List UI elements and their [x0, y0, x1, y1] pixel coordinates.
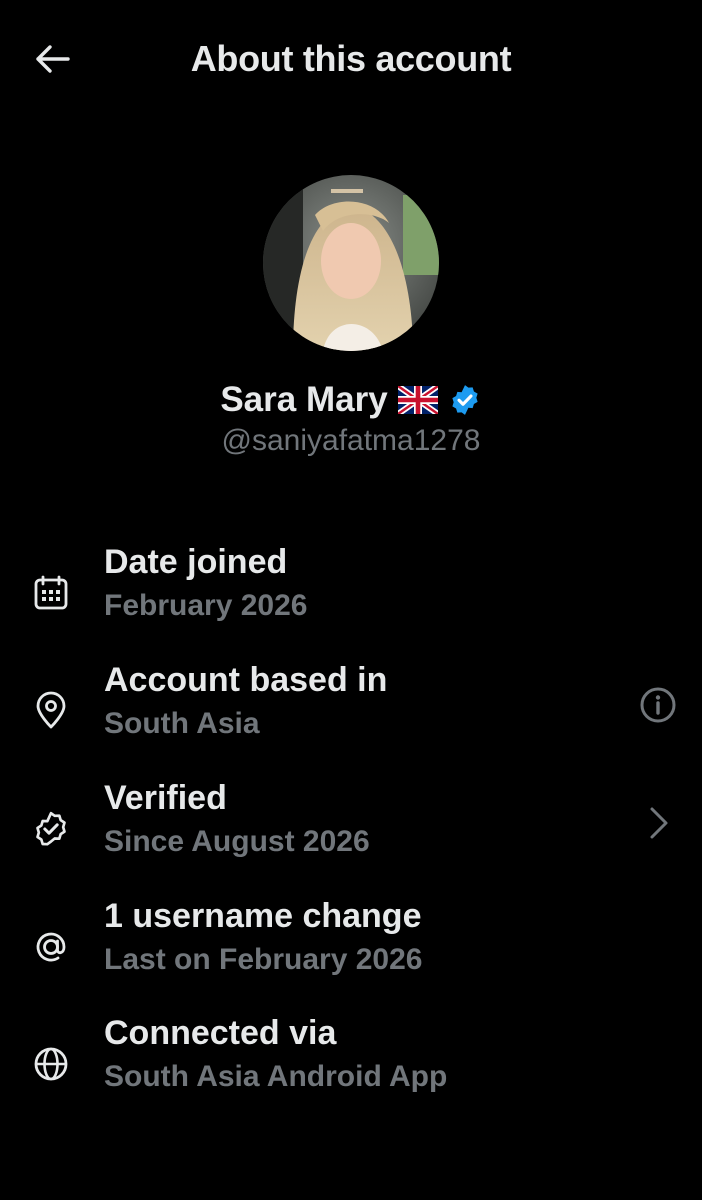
row-account-based-in: Account based in South Asia: [0, 661, 702, 761]
display-name: Sara Mary: [220, 380, 388, 419]
handle: @saniyafatma1278: [221, 424, 481, 457]
row-title: Date joined: [104, 543, 288, 581]
row-title: Account based in: [104, 661, 388, 699]
name-row: Sara Mary: [0, 380, 702, 420]
info-icon[interactable]: [638, 685, 678, 725]
location-pin-icon: [36, 691, 66, 729]
row-verified[interactable]: Verified Since August 2026: [0, 779, 702, 879]
row-title: Connected via: [104, 1014, 337, 1052]
at-sign-icon: [36, 932, 66, 962]
verified-badge-icon: [36, 811, 66, 846]
globe-icon: [34, 1047, 68, 1081]
chevron-right-icon[interactable]: [638, 803, 678, 843]
row-title: Verified: [104, 779, 227, 817]
row-subtitle: South Asia: [104, 707, 260, 740]
row-title: 1 username change: [104, 897, 422, 935]
row-username-change: 1 username change Last on February 2026: [0, 897, 702, 997]
row-connected-via: Connected via South Asia Android App: [0, 1014, 702, 1114]
row-subtitle: South Asia Android App: [104, 1060, 448, 1093]
page-title: About this account: [190, 38, 512, 79]
avatar[interactable]: [263, 175, 439, 351]
top-bar: About this account: [0, 0, 702, 120]
uk-flag-icon: [397, 386, 438, 414]
calendar-icon: [34, 575, 68, 610]
row-subtitle: Last on February 2026: [104, 943, 423, 976]
row-subtitle: February 2026: [104, 589, 308, 622]
row-date-joined: Date joined February 2026: [0, 543, 702, 643]
row-subtitle: Since August 2026: [104, 825, 370, 858]
verified-badge-icon[interactable]: [448, 383, 482, 417]
